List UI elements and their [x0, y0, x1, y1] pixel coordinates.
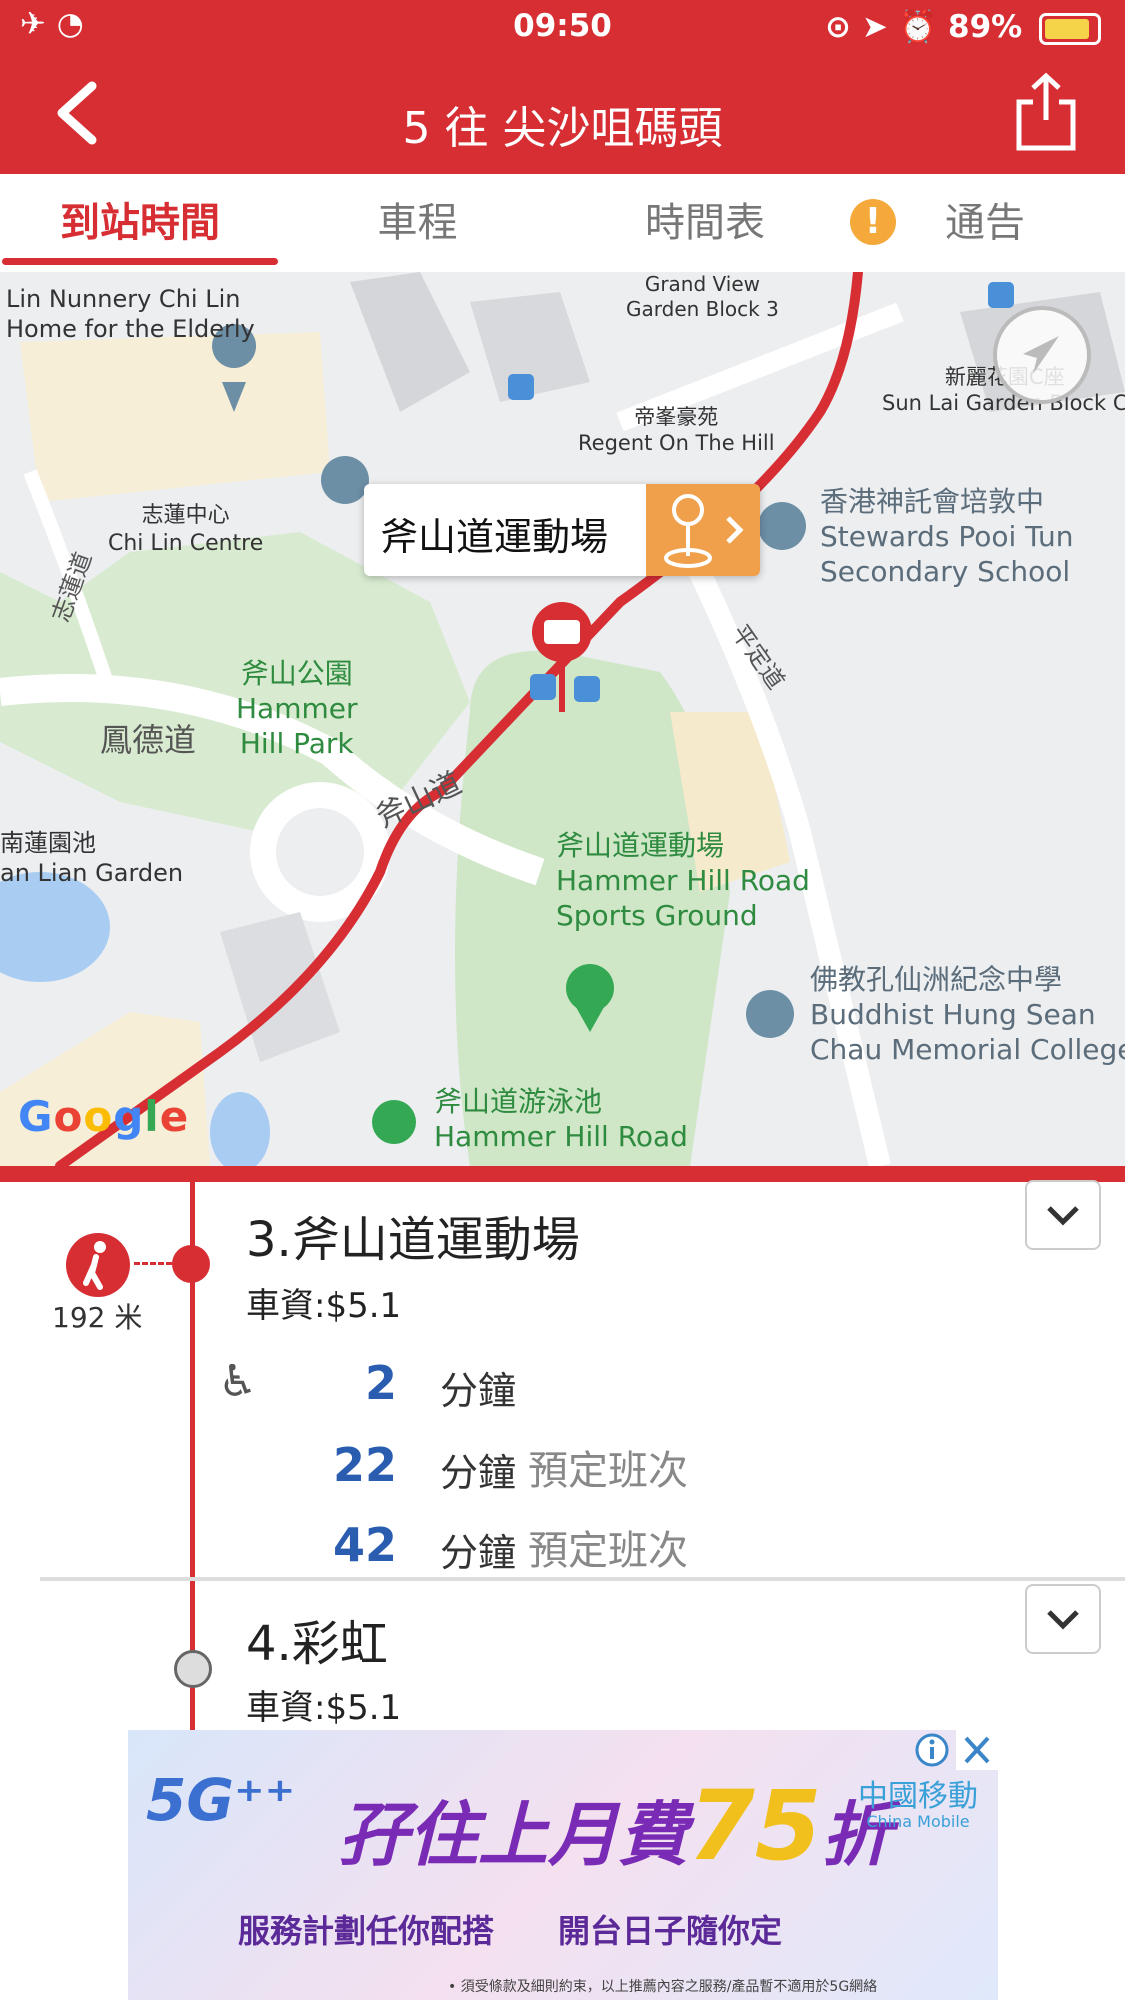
- walk-distance: 192 米: [52, 1301, 143, 1334]
- stop-title[interactable]: 3.斧山道運動場: [246, 1200, 580, 1270]
- share-icon: [1016, 72, 1076, 151]
- ad-headline-prefix: 孖住上月費: [338, 1794, 688, 1876]
- ad-5g-logo: 5G⁺⁺: [146, 1766, 296, 1834]
- map-label-pool: 斧山道游泳池 Hammer Hill Road: [434, 1085, 688, 1153]
- back-button[interactable]: [48, 78, 108, 148]
- tab-bar: 到站時間 車程 時間表 ! 通告: [0, 174, 1125, 273]
- chevron-down-icon: [1047, 1610, 1079, 1630]
- eta-note: 預定班次: [528, 1448, 688, 1494]
- stop-detail-button[interactable]: [646, 484, 760, 576]
- map-label-regent: 帝峯豪苑 Regent On The Hill: [578, 405, 775, 456]
- ad-headline: 孖住上月費75折: [338, 1770, 892, 1882]
- top-bar: ✈ ◔ 09:50 ⊙ ➤ ⏰ 89% 5 往 尖沙咀碼頭: [0, 0, 1125, 174]
- stop-marker-current: [172, 1245, 210, 1283]
- map-list-divider: [0, 1166, 1125, 1182]
- row-separator: [40, 1577, 1125, 1581]
- eta-minutes: 42: [332, 1518, 397, 1572]
- orientation-lock-icon: ⊙: [825, 9, 852, 45]
- chevron-down-icon: [1047, 1206, 1079, 1226]
- expand-stop-button[interactable]: [1025, 1180, 1101, 1250]
- locate-me-button[interactable]: [993, 306, 1091, 404]
- eta-note: 預定班次: [528, 1528, 688, 1574]
- status-bar: ✈ ◔ 09:50 ⊙ ➤ ⏰ 89%: [0, 0, 1125, 56]
- eta-row: ♿ 2 分鐘: [0, 1350, 1125, 1420]
- stop-fare: 車資:$5.1: [246, 1286, 402, 1326]
- navigation-arrow-icon: [1023, 336, 1059, 374]
- close-icon: [964, 1736, 990, 1764]
- eta-unit: 分鐘: [440, 1369, 517, 1413]
- warning-icon: !: [850, 199, 896, 245]
- ad-headline-number: 75: [688, 1770, 822, 1882]
- stop-fare: 車資:$5.1: [246, 1688, 402, 1728]
- eta-unit: 分鐘: [440, 1531, 517, 1575]
- map-label-sportsground: 斧山道運動場 Hammer Hill Road Sports Ground: [556, 829, 810, 932]
- expand-stop-button[interactable]: [1025, 1584, 1101, 1654]
- eta-row: 22 分鐘 預定班次: [0, 1432, 1125, 1502]
- alarm-icon: ⏰: [898, 9, 938, 45]
- ad-features: 服務計劃任你配搭 開台日子隨你定: [238, 1912, 783, 1950]
- chevron-left-icon: [57, 81, 97, 145]
- map-label-fungtak-road: 鳳德道: [100, 721, 197, 759]
- google-logo: Google: [18, 1092, 190, 1141]
- active-tab-indicator: [2, 258, 278, 265]
- map-label-grandview: Grand View Garden Block 3: [626, 272, 779, 321]
- share-button[interactable]: [1011, 72, 1081, 152]
- battery-percent: 89%: [948, 9, 1023, 45]
- location-arrow-icon: ➤: [861, 9, 888, 45]
- map-label-chilin: 志蓮中心 Chi Lin Centre: [108, 503, 264, 556]
- tab-journey[interactable]: 車程: [300, 174, 535, 272]
- eta-minutes: 2: [364, 1356, 397, 1410]
- bus-stop-sign-icon: [664, 494, 744, 568]
- map-label-park: 斧山公園 Hammer Hill Park: [236, 657, 358, 760]
- info-icon: [915, 1733, 949, 1767]
- ad-fine-print: • 須受條款及細則約束，以上推薦內容之服務/產品暫不適用於5G網絡: [448, 1979, 878, 1995]
- map-label-nunnery: Lin Nunnery Chi Lin Home for the Elderly: [6, 285, 255, 343]
- eta-unit: 分鐘: [440, 1451, 517, 1495]
- ad-banner[interactable]: 5G⁺⁺ 孖住上月費75折 中國移動 China Mobile 服務計劃任你配搭…: [128, 1730, 998, 2000]
- map-label-buddhist: 佛教孔仙洲紀念中學 Buddhist Hung Sean Chau Memori…: [810, 963, 1125, 1066]
- ad-brand-en: China Mobile: [866, 1812, 970, 1831]
- battery-icon: [1039, 12, 1101, 45]
- map-label-nanlian: 南蓮園池 an Lian Garden: [0, 829, 184, 887]
- walk-connector: [134, 1262, 172, 1265]
- eta-minutes: 22: [332, 1438, 397, 1492]
- walk-icon: [66, 1233, 130, 1297]
- stop-title[interactable]: 4.彩虹: [246, 1604, 388, 1674]
- ad-close-button[interactable]: [956, 1730, 998, 1770]
- map-label-stewards: 香港神託會培敦中 Stewards Pooi Tun Secondary Sch…: [820, 485, 1074, 588]
- ad-brand: 中國移動 China Mobile: [858, 1780, 978, 1831]
- page-title: 5 往 尖沙咀碼頭: [402, 103, 723, 154]
- tab-notice[interactable]: 通告: [900, 174, 1070, 272]
- stop-popup-name: 斧山道運動場: [380, 515, 609, 559]
- stop-marker: [174, 1650, 212, 1688]
- wheelchair-icon: ♿: [218, 1356, 258, 1407]
- eta-row: 42 分鐘 預定班次: [0, 1512, 1125, 1582]
- ad-brand-cn: 中國移動: [858, 1779, 978, 1814]
- ad-info-button[interactable]: [912, 1730, 952, 1770]
- status-right: ⊙ ➤ ⏰ 89%: [825, 8, 1101, 45]
- stop-popup[interactable]: 斧山道運動場: [364, 484, 760, 576]
- route-map[interactable]: Lin Nunnery Chi Lin Home for the Elderly…: [0, 272, 1125, 1166]
- tab-timetable[interactable]: 時間表: [580, 174, 830, 272]
